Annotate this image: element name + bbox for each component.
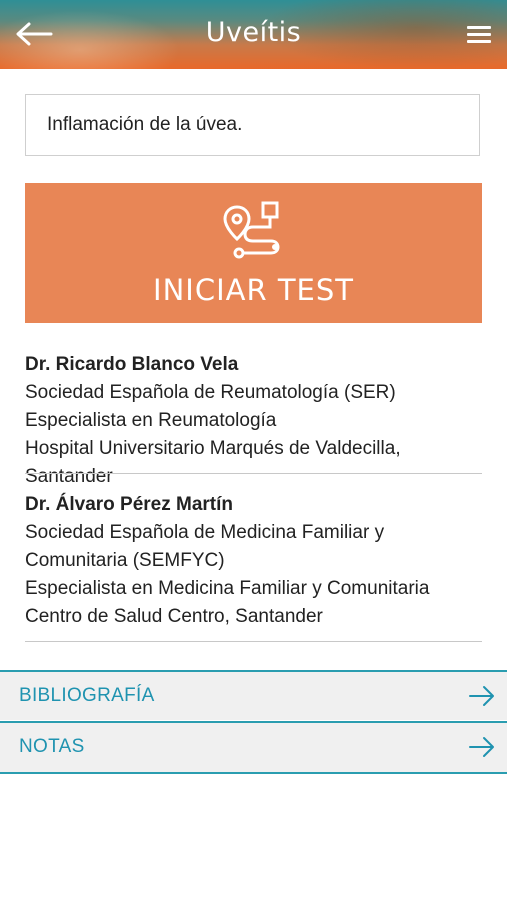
nav-item-notas[interactable]: NOTAS	[0, 721, 507, 774]
nav-item-label: BIBLIOGRAFÍA	[19, 685, 155, 706]
author-name: Dr. Ricardo Blanco Vela	[25, 354, 239, 375]
author-society: Sociedad Española de Medicina Familiar y…	[25, 522, 385, 571]
author-card: Dr. Álvaro Pérez Martín Sociedad Español…	[25, 491, 482, 631]
hamburger-menu-icon	[467, 25, 491, 29]
author-name: Dr. Álvaro Pérez Martín	[25, 494, 234, 515]
nav-item-bibliografia[interactable]: BIBLIOGRAFÍA	[0, 670, 507, 720]
author-specialty: Especialista en Medicina Familiar y Comu…	[25, 578, 430, 599]
author-society: Sociedad Española de Reumatología (SER)	[25, 382, 396, 403]
description-text: Inflamación de la úvea.	[47, 114, 243, 135]
description-box: Inflamación de la úvea.	[25, 94, 480, 156]
arrow-right-icon	[469, 686, 494, 706]
app-header: Uveítis	[0, 0, 507, 69]
page-title: Uveítis	[205, 17, 302, 48]
divider	[25, 641, 482, 642]
menu-button[interactable]	[463, 18, 495, 50]
author-hospital: Hospital Universitario Marqués de Valdec…	[25, 438, 401, 487]
start-test-label: INICIAR TEST	[153, 273, 354, 307]
route-icon	[223, 201, 280, 259]
nav-item-label: NOTAS	[19, 736, 85, 757]
author-hospital: Centro de Salud Centro, Santander	[25, 606, 323, 627]
arrow-right-icon	[469, 737, 494, 757]
author-card: Dr. Ricardo Blanco Vela Sociedad Español…	[25, 351, 482, 491]
divider	[25, 473, 482, 474]
start-test-button[interactable]: INICIAR TEST	[25, 183, 482, 323]
author-specialty: Especialista en Reumatología	[25, 410, 277, 431]
